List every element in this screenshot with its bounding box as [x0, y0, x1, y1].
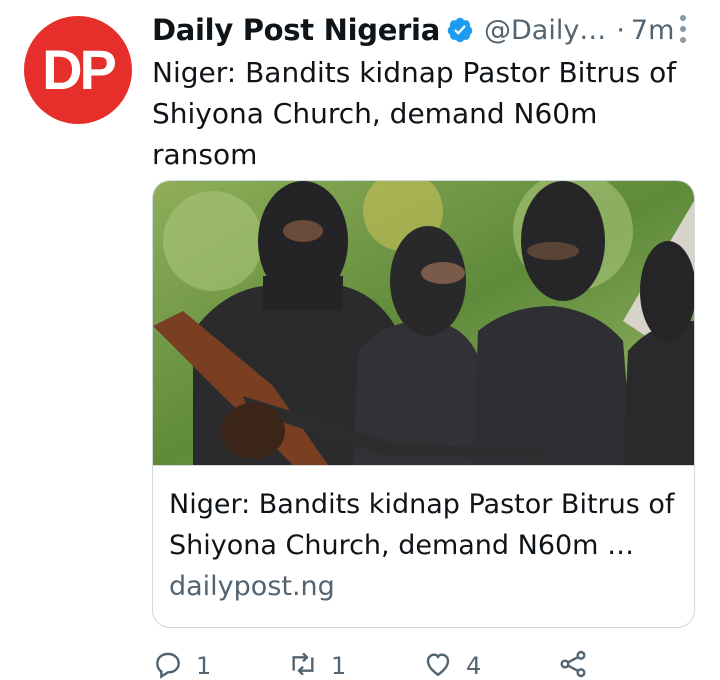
retweet-icon: [292, 652, 314, 676]
reply-icon: [156, 652, 180, 679]
share-button[interactable]: [557, 648, 692, 680]
like-button[interactable]: 4: [422, 648, 557, 680]
card-domain: dailypost.ng: [169, 571, 335, 602]
reply-count: 1: [196, 652, 212, 680]
heart-icon: [426, 653, 450, 677]
link-preview-card[interactable]: Niger: Bandits kidnap Pastor Bitrus of S…: [152, 180, 695, 628]
tweet-header: Daily Post Nigeria @Daily… · 7m: [152, 10, 700, 50]
share-icon: [560, 650, 586, 678]
tweet-actions: 1 1 4: [152, 648, 692, 680]
author-name[interactable]: Daily Post Nigeria: [152, 13, 440, 47]
tweet-text: Niger: Bandits kidnap Pastor Bitrus of S…: [152, 56, 677, 171]
avatar-logo-text: DP: [42, 38, 117, 101]
author-avatar[interactable]: DP: [24, 16, 132, 124]
card-title: Niger: Bandits kidnap Pastor Bitrus of S…: [169, 489, 675, 561]
like-count: 4: [466, 652, 482, 680]
separator-dot: ·: [616, 14, 625, 46]
author-handle[interactable]: @Daily…: [484, 15, 606, 46]
more-options-icon[interactable]: [668, 14, 698, 44]
retweet-button[interactable]: 1: [287, 648, 422, 680]
card-image[interactable]: [153, 181, 694, 466]
reply-button[interactable]: 1: [152, 648, 287, 680]
verified-badge-icon: [446, 16, 474, 44]
retweet-count: 1: [331, 652, 347, 680]
